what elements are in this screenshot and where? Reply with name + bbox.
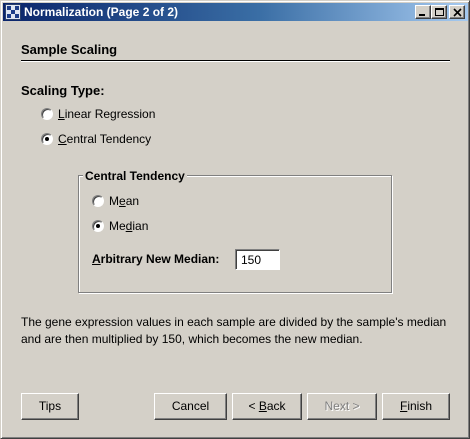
- normalization-dialog: Normalization (Page 2 of 2) Sample Scali…: [0, 0, 470, 439]
- scaling-type-label: Scaling Type:: [21, 83, 105, 98]
- central-tendency-group-title: Central Tendency: [83, 169, 187, 183]
- tips-button[interactable]: Tips: [21, 393, 79, 420]
- radio-button-icon[interactable]: [41, 108, 53, 120]
- title-bar[interactable]: Normalization (Page 2 of 2): [3, 3, 468, 21]
- description-text: The gene expression values in each sampl…: [21, 315, 447, 346]
- radio-button-icon[interactable]: [92, 220, 104, 232]
- central-tendency-group: [78, 175, 392, 293]
- arbitrary-median-input[interactable]: [235, 249, 280, 270]
- radio-button-icon[interactable]: [41, 133, 53, 145]
- close-icon[interactable]: [449, 5, 465, 19]
- section-title: Sample Scaling: [21, 42, 118, 57]
- minimize-icon[interactable]: [415, 5, 431, 19]
- median-field-label: Arbitrary New Median:: [92, 252, 220, 266]
- maximize-icon[interactable]: [431, 5, 447, 19]
- next-button[interactable]: Next >: [307, 393, 377, 420]
- app-icon: [5, 4, 21, 20]
- back-button[interactable]: < Back: [232, 393, 302, 420]
- window-title: Normalization (Page 2 of 2): [24, 5, 179, 19]
- radio-button-icon[interactable]: [92, 195, 104, 207]
- cancel-button[interactable]: Cancel: [154, 393, 227, 420]
- finish-button[interactable]: Finish: [382, 393, 450, 420]
